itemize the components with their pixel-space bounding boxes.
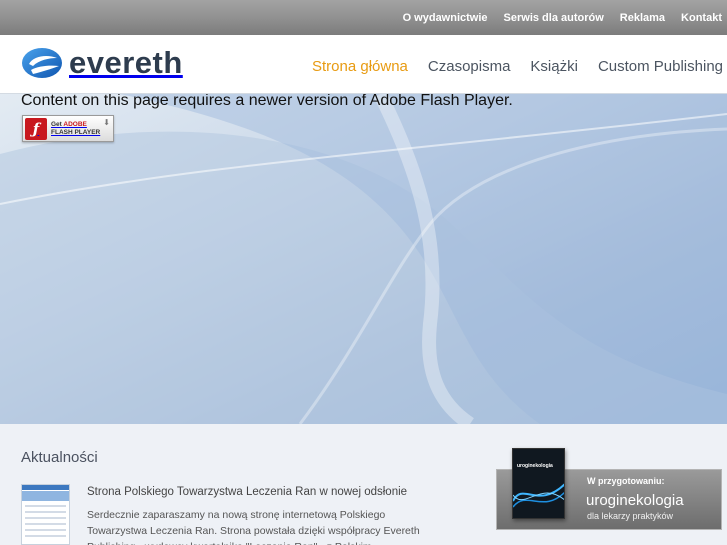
get-flash-button[interactable]: ƒ Get ADOBE FLASH PLAYER ⬇ [22, 115, 114, 142]
news-item-title[interactable]: Strona Polskiego Towarzystwa Leczenia Ra… [87, 486, 407, 498]
flash-icon: ƒ [25, 117, 47, 140]
logo-text: evereth [69, 45, 183, 80]
news-heading: Aktualności [21, 449, 98, 466]
flash-get-text: Get [51, 120, 62, 128]
flash-adobe-text: ADOBE [63, 120, 87, 128]
book-cover-art [513, 483, 564, 508]
nav-books[interactable]: Książki [530, 58, 578, 75]
promo-book-title: uroginekologia [517, 463, 553, 469]
top-nav-about[interactable]: O wydawnictwie [403, 12, 488, 24]
nav-journals[interactable]: Czasopisma [428, 58, 511, 75]
promo-subtitle: dla lekarzy praktyków [587, 511, 674, 521]
main-nav: Strona główna Czasopisma Książki Custom … [292, 58, 723, 75]
top-nav-advertising[interactable]: Reklama [620, 12, 665, 24]
nav-home[interactable]: Strona główna [312, 58, 408, 75]
hero-banner: Content on this page requires a newer ve… [0, 94, 727, 424]
promo-title: uroginekologia [586, 492, 684, 509]
nav-custom-publishing[interactable]: Custom Publishing [598, 58, 723, 75]
flash-button-label: Get ADOBE FLASH PLAYER [51, 121, 100, 137]
flash-required-message: Content on this page requires a newer ve… [21, 94, 513, 109]
promo-label: W przygotowaniu: [587, 476, 665, 486]
top-nav: O wydawnictwie Serwis dla autorów Reklam… [387, 0, 722, 35]
hero-background-waves [0, 94, 727, 424]
download-arrow-icon: ⬇ [103, 118, 110, 127]
evereth-logo-icon [22, 48, 62, 78]
top-nav-contact[interactable]: Kontakt [681, 12, 722, 24]
site-logo[interactable]: evereth [21, 47, 183, 79]
top-bar: O wydawnictwie Serwis dla autorów Reklam… [0, 0, 727, 35]
flash-player-text: FLASH PLAYER [51, 128, 101, 136]
site-header: evereth Strona główna Czasopisma Książki… [0, 35, 727, 94]
news-item-body: Serdecznie zaparaszamy na nową stronę in… [87, 509, 420, 545]
news-thumbnail[interactable] [21, 484, 70, 545]
top-nav-authors[interactable]: Serwis dla autorów [504, 12, 604, 24]
promo-book-cover[interactable]: uroginekologia [512, 448, 565, 519]
